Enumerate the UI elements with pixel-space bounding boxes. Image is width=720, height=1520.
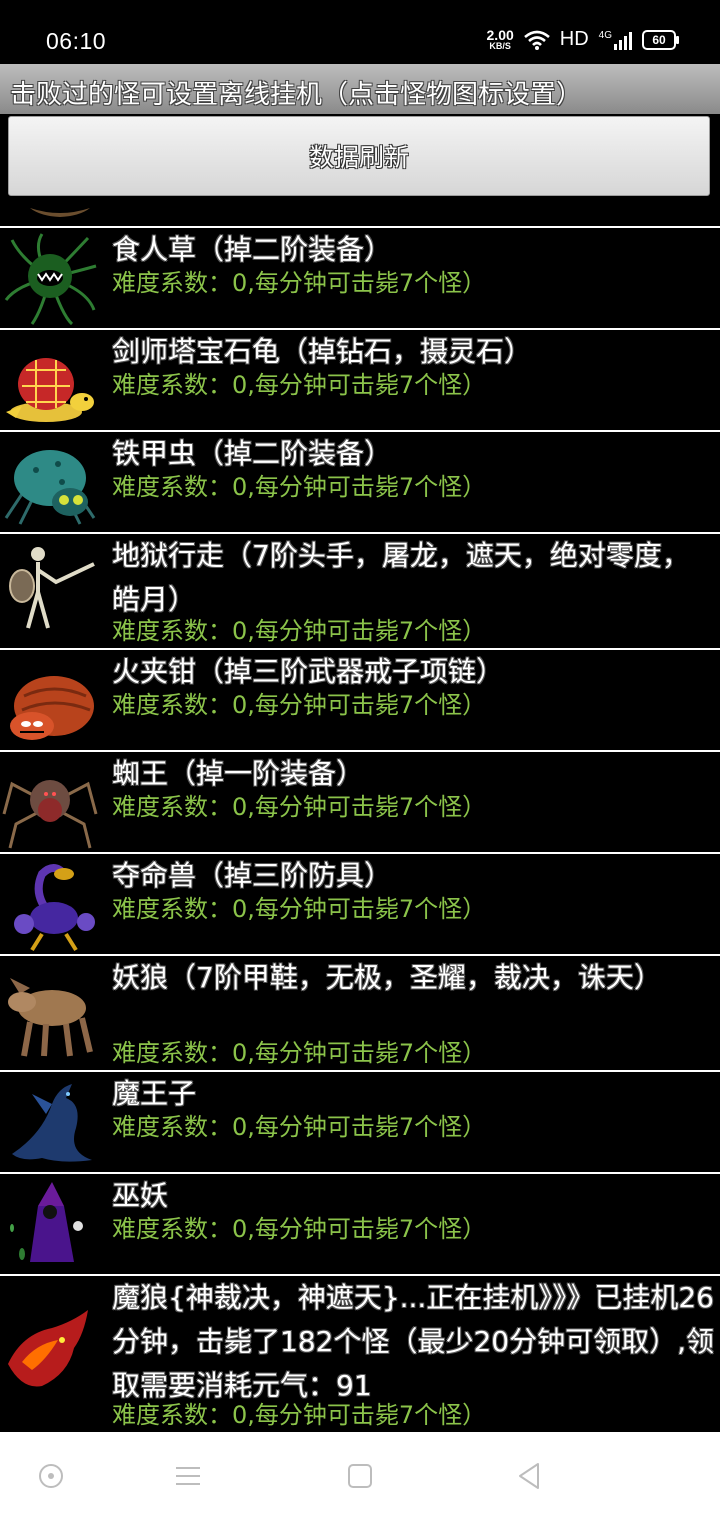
network-type: 4G <box>598 29 612 41</box>
network-speed-value: 2.00 <box>486 27 514 43</box>
monster-row[interactable]: 地狱行走（7阶头手，屠龙，遮天，绝对零度，皓月） 难度系数：0,每分钟可击毙7个… <box>0 532 720 648</box>
cell-signal-icon: 4G <box>599 30 632 50</box>
partial-monster-icon <box>30 208 90 217</box>
monster-row[interactable]: 魔王子 难度系数：0,每分钟可击毙7个怪） <box>0 1070 720 1172</box>
menu-nav-icon[interactable] <box>172 1460 204 1492</box>
monster-name: 铁甲虫（掉二阶装备） <box>112 437 393 470</box>
monster-difficulty: 难度系数：0,每分钟可击毙7个怪） <box>112 1215 487 1243</box>
monster-row-active[interactable]: 魔狼{神裁决，神遮天}...正在挂机》》》已挂机26分钟，击毙了182个怪（最少… <box>0 1274 720 1430</box>
status-bar: 06:10 2.00 KB/S HD 4G 60 <box>0 0 720 64</box>
monster-row[interactable]: 巫妖 难度系数：0,每分钟可击毙7个怪） <box>0 1172 720 1274</box>
scorpion-beast-icon[interactable] <box>2 856 98 952</box>
monster-name: 夺命兽（掉三阶防具） <box>112 859 393 892</box>
status-icons: 2.00 KB/S HD 4G 60 <box>487 28 679 51</box>
monster-difficulty: 难度系数：0,每分钟可击毙7个怪） <box>112 691 487 719</box>
page-title: 击败过的怪可设置离线挂机（点击怪物图标设置） <box>10 80 583 110</box>
monster-row[interactable]: 妖狼（7阶甲鞋，无极，圣耀，裁决，诛天） 难度系数：0,每分钟可击毙7个怪） <box>0 954 720 1070</box>
demon-wolf-icon[interactable] <box>2 964 98 1060</box>
skeleton-warrior-icon[interactable] <box>2 542 98 638</box>
monster-difficulty: 难度系数：0,每分钟可击毙7个怪） <box>112 269 487 297</box>
man-eating-plant-icon[interactable] <box>2 230 98 326</box>
network-speed: 2.00 KB/S <box>487 28 514 51</box>
monster-difficulty: 难度系数：0,每分钟可击毙7个怪） <box>112 1401 487 1429</box>
monster-name: 剑师塔宝石龟（掉钻石，摄灵石） <box>112 335 533 368</box>
spider-king-icon[interactable] <box>2 754 98 850</box>
monster-difficulty: 难度系数：0,每分钟可击毙7个怪） <box>112 793 487 821</box>
refresh-data-button[interactable]: 数据刷新 <box>8 116 710 196</box>
system-nav-bar <box>0 1432 720 1520</box>
hd-indicator: HD <box>559 28 589 50</box>
monster-difficulty: 难度系数：0,每分钟可击毙7个怪） <box>112 617 487 645</box>
monster-difficulty: 难度系数：0,每分钟可击毙7个怪） <box>112 1113 487 1141</box>
lich-icon[interactable] <box>2 1176 98 1272</box>
monster-row[interactable]: 食人草（掉二阶装备） 难度系数：0,每分钟可击毙7个怪） <box>0 226 720 328</box>
monster-name: 妖狼（7阶甲鞋，无极，圣耀，裁决，诛天） <box>112 961 662 994</box>
network-speed-unit: KB/S <box>489 41 511 51</box>
monster-name: 火夹钳（掉三阶武器戒子项链） <box>112 655 505 688</box>
monster-name: 巫妖 <box>112 1179 169 1212</box>
monster-name: 魔狼{神裁决，神遮天}...正在挂机》》》已挂机26分钟，击毙了182个怪（最少… <box>112 1281 714 1402</box>
gem-turtle-icon[interactable] <box>2 332 98 428</box>
armored-beetle-icon[interactable] <box>2 434 98 530</box>
monster-name: 食人草（掉二阶装备） <box>112 233 393 266</box>
wifi-icon <box>523 30 550 50</box>
monster-row[interactable]: 火夹钳（掉三阶武器戒子项链） 难度系数：0,每分钟可击毙7个怪） <box>0 648 720 750</box>
monster-row[interactable]: 蜘王（掉一阶装备） 难度系数：0,每分钟可击毙7个怪） <box>0 750 720 852</box>
monster-difficulty: 难度系数：0,每分钟可击毙7个怪） <box>112 371 487 399</box>
monster-name: 地狱行走（7阶头手，屠龙，遮天，绝对零度，皓月） <box>112 539 690 616</box>
fire-wolf-icon[interactable] <box>2 1304 98 1400</box>
home-nav-icon[interactable] <box>344 1460 376 1492</box>
monster-difficulty: 难度系数：0,每分钟可击毙7个怪） <box>112 895 487 923</box>
monster-list[interactable]: 食人草（掉二阶装备） 难度系数：0,每分钟可击毙7个怪） 剑师塔宝石龟（掉钻石，… <box>0 200 720 1430</box>
monster-difficulty: 难度系数：0,每分钟可击毙7个怪） <box>112 473 487 501</box>
battery-icon: 60 <box>642 29 679 50</box>
monster-name: 魔王子 <box>112 1077 197 1110</box>
demon-prince-icon[interactable] <box>2 1074 98 1170</box>
monster-difficulty: 难度系数：0,每分钟可击毙7个怪） <box>112 1039 487 1067</box>
back-nav-icon[interactable] <box>514 1460 546 1492</box>
status-time: 06:10 <box>46 28 107 54</box>
monster-name: 蜘王（掉一阶装备） <box>112 757 365 790</box>
fire-crab-icon[interactable] <box>2 652 98 748</box>
monster-row[interactable]: 铁甲虫（掉二阶装备） 难度系数：0,每分钟可击毙7个怪） <box>0 430 720 532</box>
monster-row[interactable]: 剑师塔宝石龟（掉钻石，摄灵石） 难度系数：0,每分钟可击毙7个怪） <box>0 328 720 430</box>
monster-row[interactable]: 夺命兽（掉三阶防具） 难度系数：0,每分钟可击毙7个怪） <box>0 852 720 954</box>
header-bar: 击败过的怪可设置离线挂机（点击怪物图标设置） <box>0 64 720 114</box>
circle-nav-icon[interactable] <box>35 1460 67 1492</box>
